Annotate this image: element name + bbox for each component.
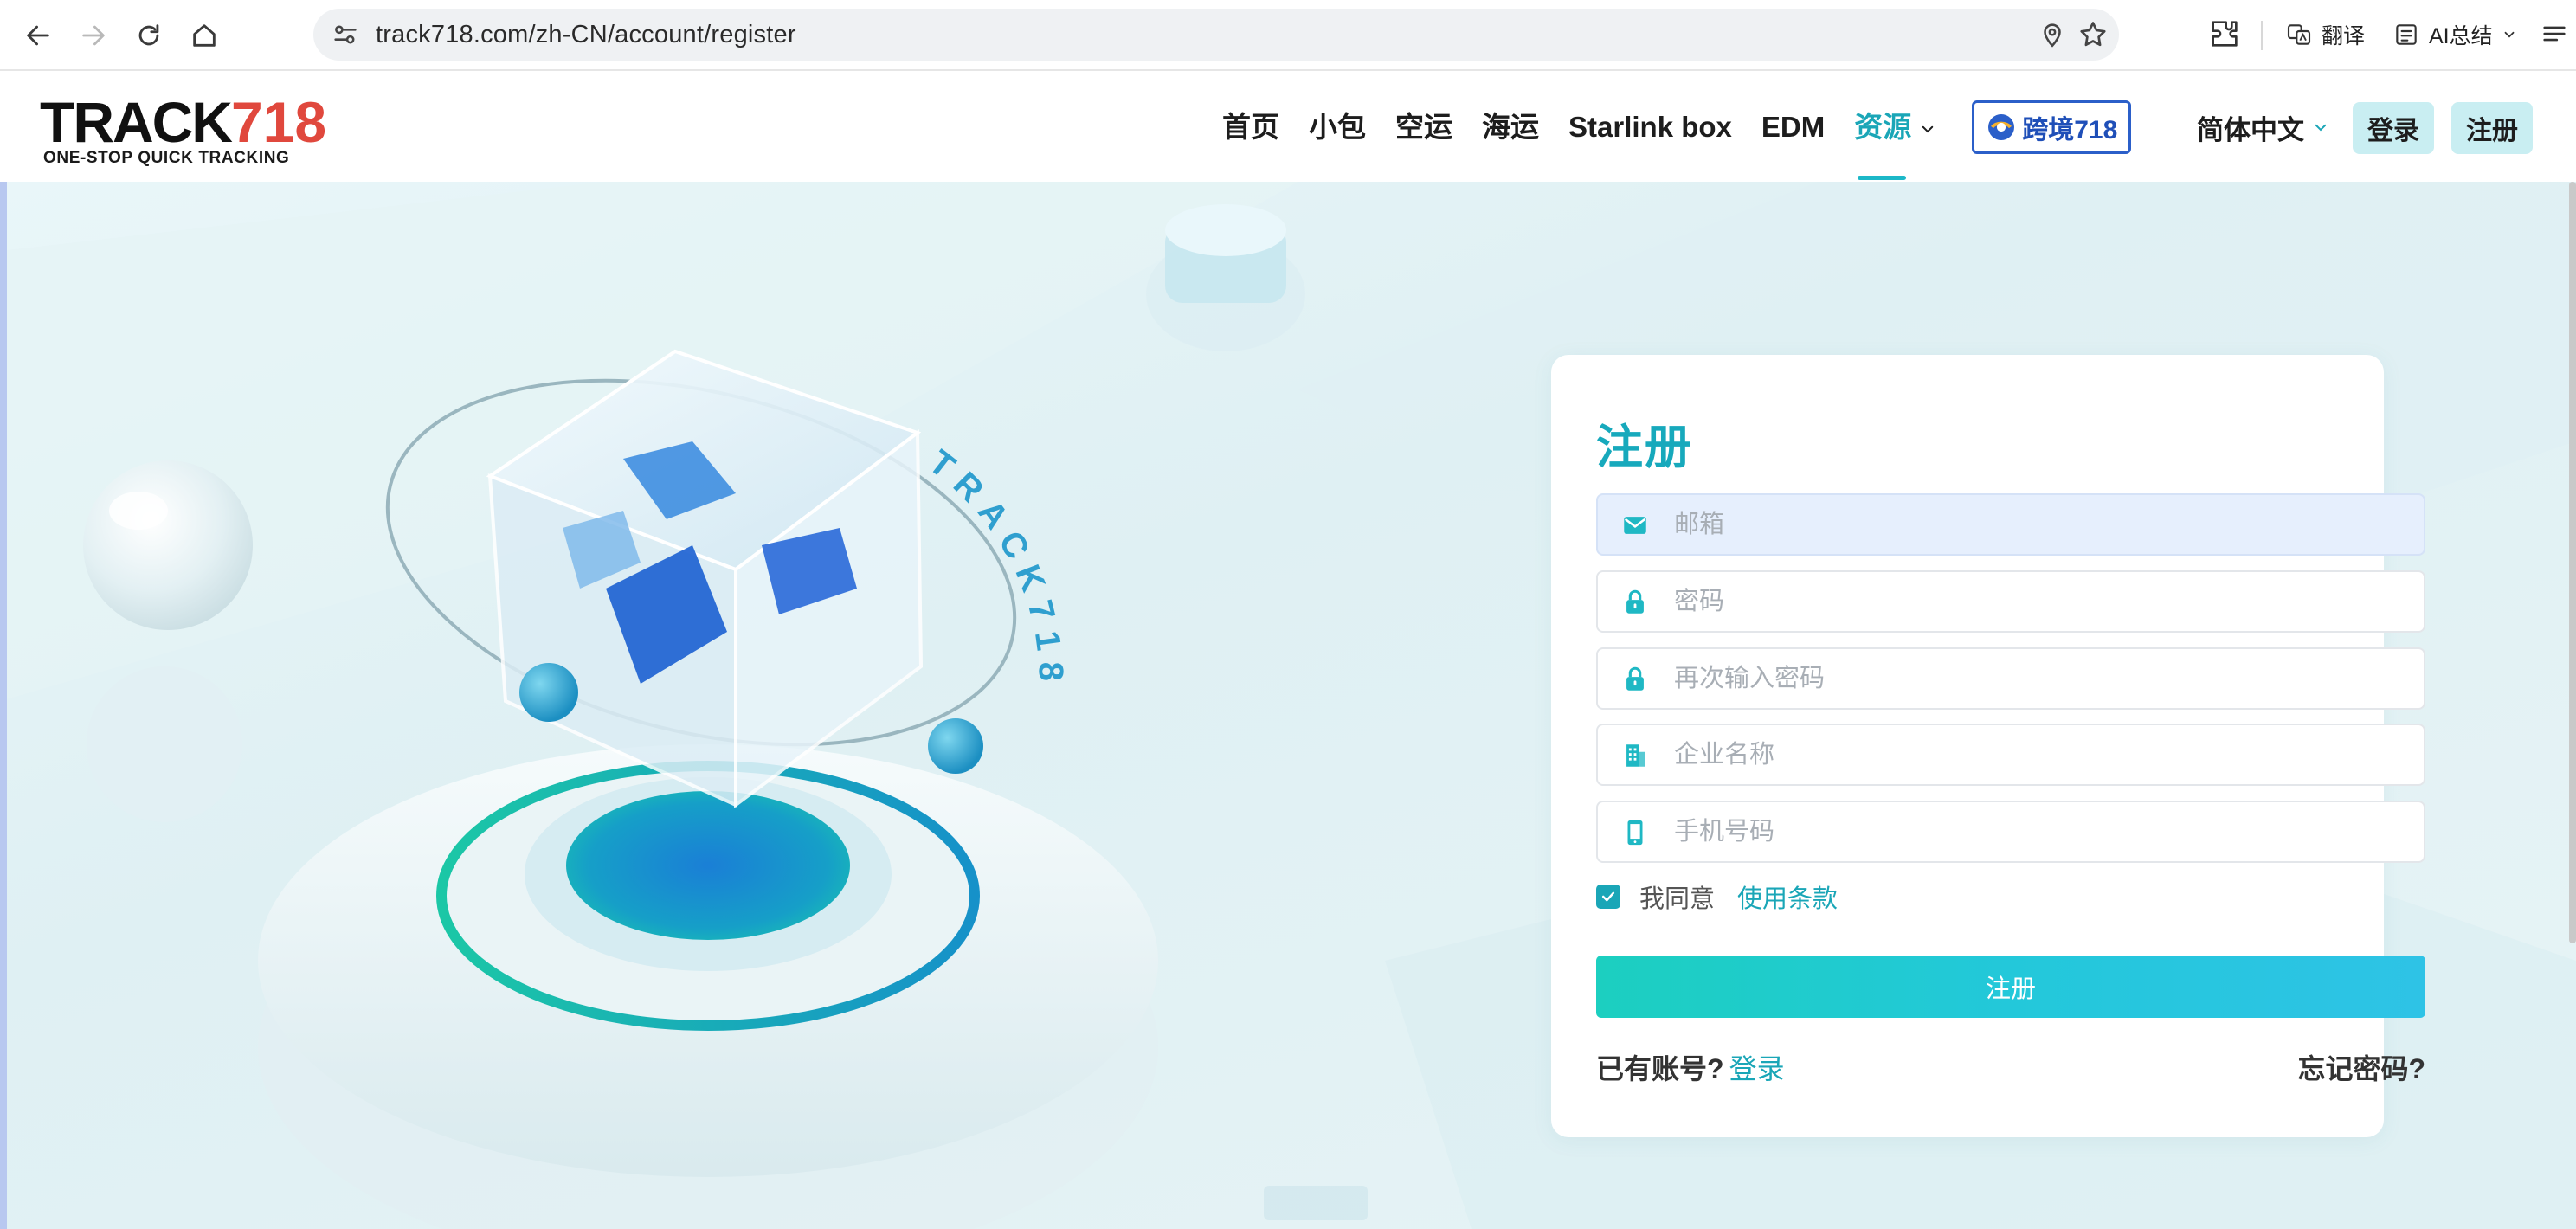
globe-logo-icon bbox=[1988, 114, 2015, 140]
password-field[interactable] bbox=[1596, 570, 2425, 633]
logo-wordmark: TRACK718 bbox=[40, 92, 326, 152]
hero-brand-text: TRACK718 bbox=[922, 443, 1070, 692]
sidebar-menu-icon[interactable] bbox=[2540, 16, 2569, 51]
translate-label: 翻译 bbox=[2322, 24, 2366, 48]
nav-item-sea[interactable]: 海运 bbox=[1482, 73, 1539, 182]
nav-label: 资源 bbox=[1854, 111, 1912, 143]
email-field[interactable] bbox=[1596, 493, 2425, 556]
nav-item-starlink[interactable]: Starlink box bbox=[1568, 73, 1732, 182]
partner-badge-label: 跨境718 bbox=[2022, 116, 2118, 145]
header-login-button[interactable]: 登录 bbox=[2353, 102, 2434, 154]
arrow-left-icon bbox=[27, 25, 49, 46]
back-button[interactable] bbox=[17, 15, 59, 56]
nav-item-air[interactable]: 空运 bbox=[1395, 73, 1452, 182]
register-submit-button[interactable]: 注册 bbox=[1596, 956, 2425, 1018]
nav-label: 小包 bbox=[1309, 111, 1366, 143]
language-label: 简体中文 bbox=[2197, 114, 2304, 145]
page: track718.com/zh-CN/account/register 翻译 A… bbox=[0, 0, 2576, 1229]
location-pin-icon[interactable] bbox=[2038, 20, 2067, 49]
header-register-button[interactable]: 注册 bbox=[2451, 102, 2533, 154]
nav-label: 首页 bbox=[1222, 111, 1279, 143]
chevron-down-icon bbox=[2315, 124, 2327, 132]
language-select[interactable]: 简体中文 bbox=[2197, 73, 2328, 182]
email-input[interactable] bbox=[1674, 495, 2401, 554]
reload-icon bbox=[138, 24, 159, 46]
arrow-right-icon bbox=[82, 25, 105, 46]
account-links-row: 已有账号? 登录 忘记密码? bbox=[1596, 1047, 2425, 1089]
agree-checkbox[interactable] bbox=[1596, 885, 1620, 909]
browser-toolbar: track718.com/zh-CN/account/register 翻译 A… bbox=[0, 0, 2576, 71]
phone-field[interactable] bbox=[1596, 801, 2425, 863]
nav-label: EDM bbox=[1761, 111, 1826, 143]
site-settings-icon[interactable] bbox=[331, 20, 360, 49]
window-edge bbox=[0, 182, 7, 1229]
building-icon bbox=[1626, 744, 1645, 767]
login-link[interactable]: 登录 bbox=[1729, 1053, 1785, 1084]
chevron-down-icon bbox=[1922, 126, 1934, 133]
company-input[interactable] bbox=[1674, 725, 2401, 784]
phone-input[interactable] bbox=[1674, 802, 2401, 861]
agree-label[interactable]: 我同意 bbox=[1639, 878, 1715, 915]
home-icon bbox=[193, 24, 216, 47]
mail-icon bbox=[1624, 517, 1646, 534]
home-button[interactable] bbox=[184, 15, 225, 56]
url-text[interactable]: track718.com/zh-CN/account/register bbox=[376, 9, 796, 61]
nav-item-home[interactable]: 首页 bbox=[1222, 73, 1279, 182]
toolbar-divider bbox=[2261, 21, 2263, 50]
nav-item-parcel[interactable]: 小包 bbox=[1309, 73, 1366, 182]
nav-item-resources[interactable]: 资源 bbox=[1854, 73, 1935, 182]
have-account-text: 已有账号? bbox=[1596, 1053, 1724, 1084]
page-scrollbar[interactable] bbox=[2569, 182, 2576, 943]
reload-button[interactable] bbox=[128, 15, 170, 56]
check-icon bbox=[1601, 891, 1615, 902]
nav-label: 空运 bbox=[1395, 111, 1452, 143]
ai-summary-button[interactable]: AI总结 bbox=[2392, 14, 2517, 55]
bookmark-star-icon[interactable] bbox=[2077, 19, 2109, 50]
nav-label: Starlink box bbox=[1568, 111, 1732, 143]
forgot-password-link[interactable]: 忘记密码? bbox=[2297, 1047, 2425, 1087]
lock-icon bbox=[1626, 589, 1644, 614]
forward-button[interactable] bbox=[73, 15, 114, 56]
phone-icon bbox=[1627, 820, 1643, 846]
site-logo[interactable]: TRACK718 ONE-STOP QUICK TRACKING bbox=[40, 92, 326, 167]
password-confirm-field[interactable] bbox=[1596, 647, 2425, 710]
site-header: TRACK718 ONE-STOP QUICK TRACKING 首页 小包 空… bbox=[0, 73, 2576, 182]
nav-label: 海运 bbox=[1482, 111, 1539, 143]
extensions-icon[interactable] bbox=[2207, 16, 2242, 51]
ai-summary-label: AI总结 bbox=[2429, 24, 2493, 48]
active-underline bbox=[1858, 176, 1907, 180]
nav-item-edm[interactable]: EDM bbox=[1761, 73, 1825, 182]
summary-doc-icon bbox=[2396, 24, 2417, 45]
translate-button[interactable]: 翻译 bbox=[2285, 14, 2365, 55]
lock-icon bbox=[1626, 666, 1644, 691]
register-title: 注册 bbox=[1596, 421, 1693, 473]
terms-link[interactable]: 使用条款 bbox=[1737, 878, 1838, 915]
register-card: 注册 我同意 使用条款 注册 bbox=[1551, 355, 2425, 1137]
logo-wordmark-prefix: TRACK bbox=[40, 90, 233, 154]
partner-badge[interactable]: 跨境718 bbox=[1972, 100, 2132, 154]
password-input[interactable] bbox=[1674, 572, 2401, 631]
logo-tagline: ONE-STOP QUICK TRACKING bbox=[43, 149, 290, 167]
terms-agreement: 我同意 使用条款 bbox=[1596, 878, 1838, 916]
chevron-down-icon bbox=[2504, 31, 2515, 38]
translate-icon bbox=[2287, 24, 2311, 45]
company-field[interactable] bbox=[1596, 724, 2425, 786]
logo-wordmark-number: 718 bbox=[230, 90, 327, 154]
password-confirm-input[interactable] bbox=[1674, 649, 2401, 708]
address-bar[interactable]: track718.com/zh-CN/account/register bbox=[313, 9, 2119, 61]
main-nav: 首页 小包 空运 海运 Starlink box EDM 资源 跨境718 bbox=[1222, 73, 2132, 182]
